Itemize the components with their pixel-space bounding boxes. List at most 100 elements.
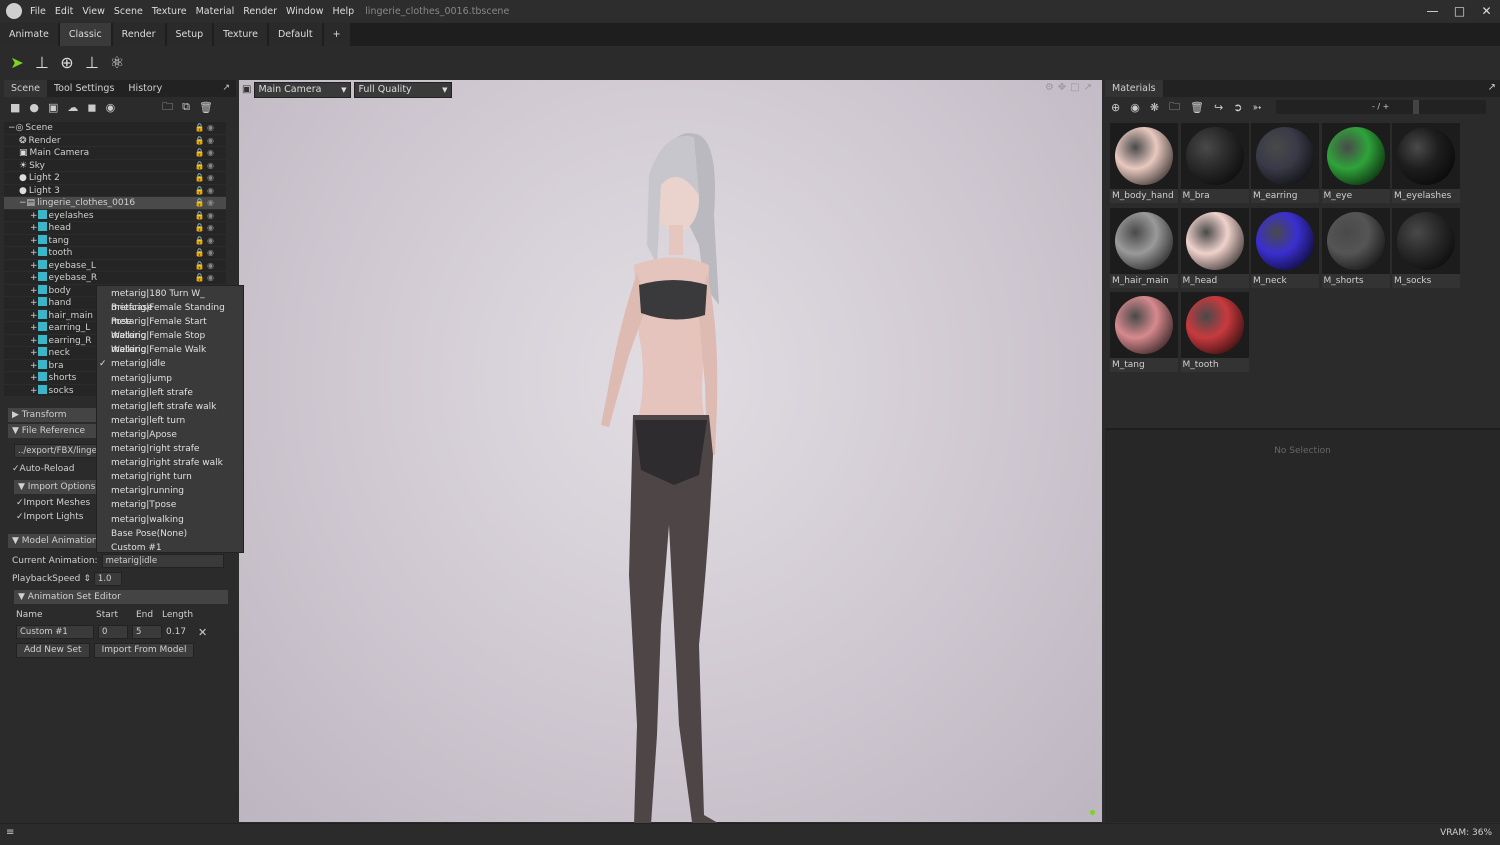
lock-visibility-icons[interactable]: 🔒 ◉ <box>195 160 214 173</box>
tree-item-tang[interactable]: + tang 🔒 ◉ <box>4 234 226 247</box>
popout-icon[interactable]: ↗ <box>216 80 236 97</box>
add-new-set-button[interactable]: Add New Set <box>16 643 90 658</box>
move-tool-icon[interactable]: ⊥ <box>33 54 51 72</box>
add-camera-icon[interactable]: ▣ <box>48 101 58 114</box>
log-icon[interactable]: ≡ <box>6 827 14 838</box>
add-sky-icon[interactable]: ☁ <box>67 101 78 114</box>
tab-texture[interactable]: Texture <box>214 23 267 46</box>
lock-visibility-icons[interactable]: 🔒 ◉ <box>195 172 214 185</box>
tab-add[interactable]: + <box>323 23 350 46</box>
add-light-icon[interactable]: ● <box>29 101 39 114</box>
folder-icon[interactable]: 🗀 <box>162 98 173 117</box>
lock-visibility-icons[interactable]: 🔒 ◉ <box>195 185 214 198</box>
expand-icon[interactable]: + <box>30 323 38 333</box>
animation-menu-item[interactable]: Base Pose(None) <box>97 527 243 541</box>
menu-file[interactable]: File <box>30 6 46 17</box>
playback-speed-field[interactable]: 1.0 <box>93 572 122 586</box>
animation-menu-item[interactable]: metarig|left strafe walk <box>97 400 243 414</box>
expand-icon[interactable]: + <box>30 261 38 271</box>
tree-item-eyebase_r[interactable]: + eyebase_R 🔒 ◉ <box>4 272 226 285</box>
tree-item-head[interactable]: + head 🔒 ◉ <box>4 222 226 235</box>
materials-tab[interactable]: Materials <box>1105 80 1163 97</box>
add-material-icon[interactable]: ◉ <box>106 101 116 114</box>
tab-animate[interactable]: Animate <box>0 23 58 46</box>
assign-icon[interactable]: ↪ <box>1214 101 1223 114</box>
tree-item-sky[interactable]: ☀ Sky 🔒 ◉ <box>4 160 226 173</box>
material-M_head[interactable]: M_head <box>1180 207 1249 288</box>
import-from-model-button[interactable]: Import From Model <box>93 643 195 658</box>
expand-icon[interactable]: + <box>30 336 38 346</box>
rotate-tool-icon[interactable]: ⊕ <box>58 54 76 72</box>
animation-menu-item[interactable]: Custom #1 <box>97 541 243 555</box>
material-M_eyelashes[interactable]: M_eyelashes <box>1392 123 1460 203</box>
expand-icon[interactable]: + <box>30 311 38 321</box>
expand-icon[interactable]: + <box>30 386 38 396</box>
animation-menu-item[interactable]: metarig|running <box>97 484 243 498</box>
tree-item-eyebase_l[interactable]: + eyebase_L 🔒 ◉ <box>4 259 226 272</box>
tab-render[interactable]: Render <box>112 23 165 46</box>
transform-tool-icon[interactable]: ⚛ <box>108 54 126 72</box>
animation-menu-item[interactable]: metarig|right strafe <box>97 442 243 456</box>
expand-icon[interactable]: + <box>30 211 38 221</box>
material-M_body_hand[interactable]: M_body_hand <box>1110 123 1178 203</box>
set-start-field[interactable]: 0 <box>98 625 128 639</box>
maximize-icon[interactable]: □ <box>1446 0 1473 22</box>
lock-visibility-icons[interactable]: 🔒 ◉ <box>195 147 214 160</box>
minimize-icon[interactable]: — <box>1419 0 1446 22</box>
tree-item-main-camera[interactable]: ▣ Main Camera 🔒 ◉ <box>4 147 226 160</box>
select-tool-icon[interactable]: ➤ <box>8 54 26 72</box>
export-icon[interactable]: ➳ <box>1252 101 1261 114</box>
tab-history[interactable]: History <box>121 80 169 97</box>
tree-item-lingerie_clothes_0016[interactable]: −▤ lingerie_clothes_0016 🔒 ◉ <box>4 197 226 210</box>
lock-visibility-icons[interactable]: 🔒 ◉ <box>195 222 214 235</box>
camera-icon[interactable]: ▣ <box>242 84 251 95</box>
add-shadow-icon[interactable]: ◼ <box>87 101 96 114</box>
spinner-icon[interactable]: ⇕ <box>83 574 91 584</box>
animation-menu-item[interactable]: metarig|Female Start Walking <box>97 315 243 341</box>
set-end-field[interactable]: 5 <box>132 625 162 639</box>
duplicate-material-icon[interactable]: ◉ <box>1130 101 1140 114</box>
expand-icon[interactable]: + <box>30 273 38 283</box>
animation-menu-item[interactable]: metarig|left turn <box>97 414 243 428</box>
menu-material[interactable]: Material <box>196 6 235 17</box>
animation-menu-item[interactable]: metarig|Apose <box>97 428 243 442</box>
expand-icon[interactable]: + <box>30 361 38 371</box>
tab-scene[interactable]: Scene <box>4 80 47 97</box>
import-icon[interactable]: ➲ <box>1233 101 1242 114</box>
menu-window[interactable]: Window <box>286 6 323 17</box>
animation-menu-item[interactable]: metarig|right strafe walk <box>97 456 243 470</box>
animation-menu-item[interactable]: metarig|jump <box>97 372 243 386</box>
expand-icon[interactable]: + <box>30 373 38 383</box>
close-icon[interactable]: ✕ <box>1473 0 1500 22</box>
animation-menu-item[interactable]: ✓ metarig|idle <box>97 357 243 371</box>
lock-visibility-icons[interactable]: 🔒 ◉ <box>195 210 214 223</box>
menu-edit[interactable]: Edit <box>55 6 73 17</box>
animation-menu-item[interactable]: metarig|walking <box>97 513 243 527</box>
animation-menu-item[interactable]: metarig|Female Stop Walking <box>97 329 243 355</box>
expand-icon[interactable]: + <box>30 248 38 258</box>
menu-render[interactable]: Render <box>243 6 277 17</box>
expand-icon[interactable]: + <box>30 236 38 246</box>
3d-viewport[interactable]: ▣ Main Camera ▼ Full Quality ▼ ⚙✥□↗ <box>239 80 1102 837</box>
popout-icon[interactable]: ↗ <box>1488 82 1496 93</box>
expand-icon[interactable]: − <box>8 123 16 133</box>
animation-menu-item[interactable]: metarig|180 Turn W_ Briefcase <box>97 287 243 313</box>
animation-menu-item[interactable]: metarig|left strafe <box>97 386 243 400</box>
material-M_eye[interactable]: M_eye <box>1321 123 1390 203</box>
material-M_socks[interactable]: M_socks <box>1392 207 1460 288</box>
lock-visibility-icons[interactable]: 🔒 ◉ <box>195 135 214 148</box>
camera-select[interactable]: Main Camera ▼ <box>254 81 352 98</box>
tree-item-render[interactable]: ❂ Render 🔒 ◉ <box>4 135 226 148</box>
animation-menu-item[interactable]: metarig|Tpose <box>97 498 243 512</box>
tree-item-tooth[interactable]: + tooth 🔒 ◉ <box>4 247 226 260</box>
lock-visibility-icons[interactable]: 🔒 ◉ <box>195 247 214 260</box>
expand-icon[interactable]: + <box>30 348 38 358</box>
material-M_bra[interactable]: M_bra <box>1180 123 1249 203</box>
tree-item-light-2[interactable]: ● Light 2 🔒 ◉ <box>4 172 226 185</box>
menu-texture[interactable]: Texture <box>152 6 187 17</box>
delete-icon[interactable]: 🗑 <box>199 101 213 114</box>
material-M_tang[interactable]: M_tang <box>1110 292 1178 372</box>
material-M_hair_main[interactable]: M_hair_main <box>1110 207 1178 288</box>
lock-visibility-icons[interactable]: 🔒 ◉ <box>195 272 214 285</box>
tree-item-scene[interactable]: −◎ Scene 🔒 ◉ <box>4 122 226 135</box>
